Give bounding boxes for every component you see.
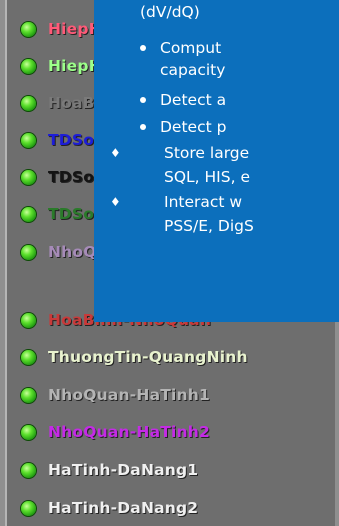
status-dot-icon — [21, 387, 36, 403]
list-item[interactable]: NhoQuan-HaTinh1 — [21, 380, 210, 410]
status-dot-icon — [21, 169, 36, 185]
popup-bullet-text: Detect a — [160, 91, 227, 109]
list-item[interactable]: HaTinh-DaNang2 — [21, 493, 198, 523]
status-dot-icon — [21, 58, 36, 74]
bullet-icon — [140, 124, 146, 130]
popup-text-line: (dV/dQ) — [140, 3, 200, 21]
status-dot-icon — [21, 462, 36, 478]
popup-item-text: Store large — [164, 144, 250, 162]
diamond-bullet-icon: ♦ — [110, 146, 121, 160]
popup-text-line: capacity — [160, 61, 226, 79]
popup-bullet: Comput — [140, 38, 221, 58]
info-popup: (dV/dQ) Comput capacity Detect a Detect … — [94, 0, 339, 322]
status-dot-icon — [21, 349, 36, 365]
list-item[interactable]: TDSon — [21, 125, 105, 155]
status-dot-icon — [21, 500, 36, 516]
popup-bullet: Detect a — [140, 90, 226, 110]
list-item[interactable]: ThuongTin-QuangNinh — [21, 342, 248, 372]
popup-text-line: SQL, HIS, e — [164, 168, 250, 186]
popup-bullet: Detect p — [140, 117, 226, 137]
element-label: NhoQuan-HaTinh1 — [48, 386, 210, 404]
status-dot-icon — [21, 424, 36, 440]
element-label: NhoQuan-HaTinh2 — [48, 423, 210, 441]
popup-item: ♦ Store large — [110, 143, 249, 163]
element-label: ThuongTin-QuangNinh — [48, 348, 248, 366]
list-item[interactable]: TDSon — [21, 199, 105, 229]
status-dot-icon — [21, 132, 36, 148]
status-dot-icon — [21, 21, 36, 37]
list-item[interactable]: TDSon — [21, 162, 105, 192]
bullet-icon — [140, 97, 146, 103]
list-item[interactable]: NhoQuan-HaTinh2 — [21, 417, 210, 447]
list-item[interactable]: HaTinh-DaNang1 — [21, 455, 198, 485]
popup-text-line: PSS/E, DigS — [164, 217, 254, 235]
diamond-bullet-icon: ♦ — [110, 195, 121, 209]
element-label: HaTinh-DaNang1 — [48, 461, 199, 479]
status-dot-icon — [21, 206, 36, 222]
popup-bullet-text: Comput — [160, 39, 222, 57]
bullet-icon — [140, 45, 146, 51]
status-dot-icon — [21, 95, 36, 111]
status-dot-icon — [21, 244, 36, 260]
popup-bullet-text: Detect p — [160, 118, 227, 136]
popup-item: ♦ Interact w — [110, 192, 242, 212]
popup-item-text: Interact w — [164, 193, 243, 211]
element-label: HaTinh-DaNang2 — [48, 499, 199, 517]
status-dot-icon — [21, 312, 36, 328]
